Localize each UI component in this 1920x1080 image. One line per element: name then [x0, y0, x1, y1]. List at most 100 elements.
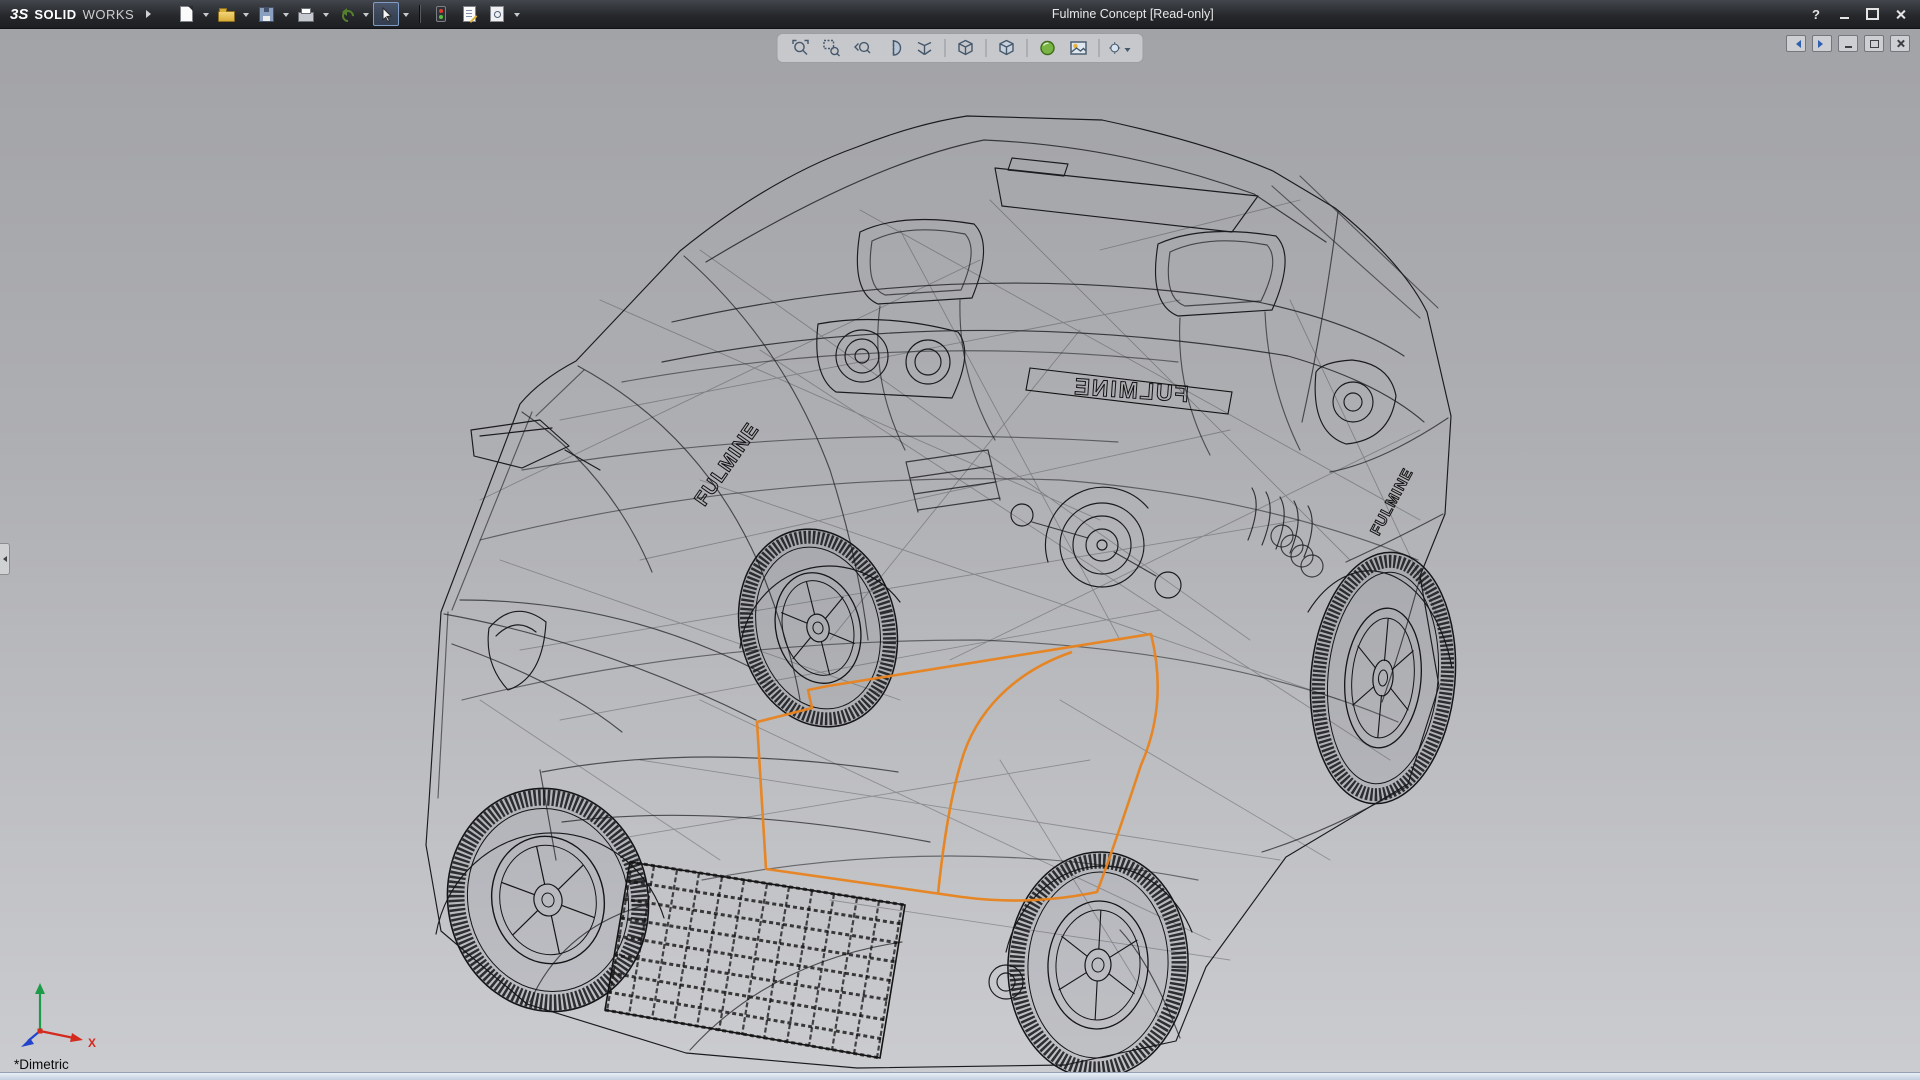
apply-scene-icon [1070, 41, 1087, 55]
doc-restore-icon [1869, 39, 1879, 48]
main-toolbar [173, 2, 522, 26]
doc-close-button[interactable] [1890, 35, 1910, 52]
print-button[interactable] [293, 2, 319, 26]
open-button[interactable] [213, 2, 239, 26]
save-icon [258, 6, 274, 22]
maximize-icon [1865, 8, 1879, 20]
undo-dropdown[interactable] [361, 3, 371, 25]
previous-view-button[interactable] [852, 37, 874, 59]
triad-x-label: X [88, 1036, 96, 1050]
hud-separator [944, 39, 946, 57]
select-dropdown[interactable] [401, 3, 411, 25]
doc-next-icon [1817, 39, 1827, 48]
apply-scene-button[interactable] [1068, 37, 1090, 59]
zoom-to-area-button[interactable] [821, 37, 843, 59]
zoom-to-fit-button[interactable] [790, 37, 812, 59]
hud-separator [1098, 39, 1100, 57]
wheel-mid-left [737, 528, 899, 728]
view-selector-icon [917, 41, 932, 56]
options-dropdown[interactable] [512, 3, 522, 25]
orientation-triad-icon: X [21, 983, 96, 1050]
open-dropdown[interactable] [241, 3, 251, 25]
view-settings-button[interactable] [1109, 37, 1131, 59]
taillight-right-housing [1314, 359, 1397, 445]
view-orientation-label: *Dimetric [14, 1057, 69, 1072]
status-bar [0, 1072, 1920, 1080]
select-cursor-icon [382, 6, 392, 22]
print-icon [298, 7, 315, 22]
close-button[interactable] [1890, 5, 1910, 23]
model-wireframe-canvas: FULMINE FULMINE FULMINE [425, 115, 1457, 1073]
rebuild-button[interactable] [428, 2, 454, 26]
taillight-left-housing [816, 318, 966, 399]
maximize-button[interactable] [1862, 5, 1882, 23]
undo-button[interactable] [333, 2, 359, 26]
window-controls: ? [1806, 5, 1910, 23]
doc-restore-button[interactable] [1864, 35, 1884, 52]
doc-next-button[interactable] [1812, 35, 1832, 52]
window-title: Fulmine Concept [Read-only] [1051, 7, 1214, 21]
rebuild-icon [436, 6, 447, 22]
file-properties-button[interactable] [456, 2, 482, 26]
wheel-front-left [446, 787, 650, 1013]
print-dropdown[interactable] [321, 3, 331, 25]
file-properties-icon [462, 6, 476, 22]
document-window-controls [1786, 35, 1910, 52]
headlight-left [487, 610, 547, 691]
toolbar-expander-arrow[interactable] [146, 10, 152, 18]
wheel-rear-right [1309, 551, 1457, 805]
view-settings-icon [1109, 42, 1121, 54]
close-icon [1895, 9, 1906, 20]
doc-previous-button[interactable] [1786, 35, 1806, 52]
options-button[interactable] [484, 2, 510, 26]
edit-appearance-button[interactable] [1037, 37, 1059, 59]
badge-left: FULMINE [691, 419, 764, 510]
badge-right: FULMINE [1367, 465, 1417, 538]
titlebar: 3S SOLID WORKS Fulmine Concept [Read-onl… [0, 0, 1920, 29]
minimize-button[interactable] [1834, 5, 1854, 23]
hud-separator [1026, 39, 1028, 57]
section-view-icon [892, 40, 902, 56]
zoom-to-area-icon [823, 39, 840, 57]
front-grille [604, 860, 906, 1060]
wheel-front-right [1007, 851, 1189, 1073]
select-tool-button[interactable] [373, 2, 400, 26]
view-orientation-icon [958, 39, 973, 56]
new-document-button[interactable] [173, 2, 199, 26]
dassault-3ds-logo-icon: 3S [10, 5, 29, 23]
doc-previous-icon [1792, 39, 1801, 48]
section-view-button[interactable] [883, 37, 905, 59]
hud-separator [985, 39, 987, 57]
feature-panel-expander-tab[interactable] [0, 543, 10, 575]
badge-rear: FULMINE [1072, 373, 1190, 407]
help-button[interactable]: ? [1806, 5, 1826, 23]
toolbar-separator [419, 5, 421, 23]
new-document-icon [179, 6, 193, 22]
save-button[interactable] [253, 2, 279, 26]
options-icon [490, 6, 505, 22]
help-icon: ? [1812, 6, 1820, 22]
open-folder-icon [217, 7, 235, 22]
solidworks-window: 3S SOLID WORKS Fulmine Concept [Read-onl… [0, 0, 1920, 1080]
solidworks-logo: 3S SOLID WORKS [10, 6, 134, 23]
view-selector-button[interactable] [914, 37, 936, 59]
heads-up-view-toolbar [776, 33, 1144, 63]
view-orientation-button[interactable] [955, 37, 977, 59]
zoom-to-fit-icon [792, 39, 809, 55]
car-body-outline [425, 115, 1452, 1069]
doc-close-icon [1896, 39, 1905, 48]
new-document-dropdown[interactable] [201, 3, 211, 25]
brand-solid-text: SOLID [34, 6, 77, 22]
display-style-icon [999, 39, 1014, 56]
side-mirror [470, 419, 601, 471]
doc-minimize-button[interactable] [1838, 35, 1858, 52]
undo-icon [340, 8, 353, 20]
display-style-button[interactable] [996, 37, 1018, 59]
view-settings-dropdown[interactable] [1124, 47, 1131, 55]
graphics-viewport[interactable]: FULMINE FULMINE FULMINE X *Dimetric [0, 28, 1920, 1073]
model-badges: FULMINE FULMINE FULMINE [690, 367, 1417, 539]
doc-minimize-icon [1844, 45, 1852, 48]
previous-view-icon [854, 41, 871, 54]
save-dropdown[interactable] [281, 3, 291, 25]
selected-sketch-contour [755, 632, 1159, 902]
